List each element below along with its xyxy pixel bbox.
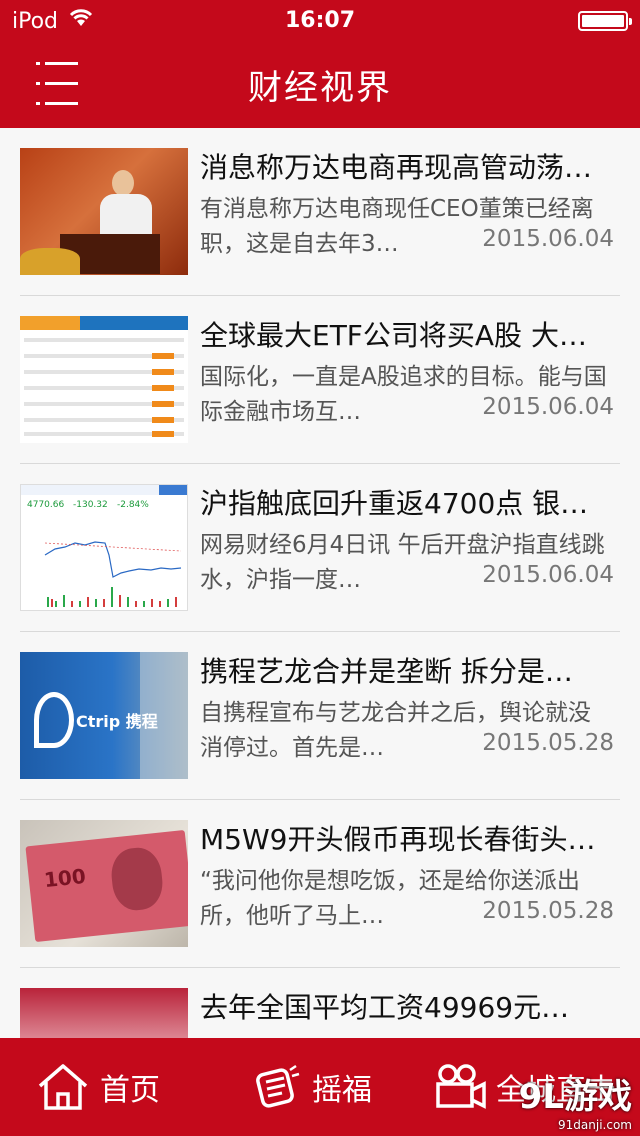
tab-home-label: 首页 — [100, 1073, 160, 1108]
article-thumbnail: Ctrip 携程 — [20, 652, 188, 779]
article-thumbnail — [20, 316, 188, 443]
banknote-number: 100 — [42, 863, 87, 893]
article-thumbnail: 100 — [20, 820, 188, 947]
ctrip-logo-icon — [34, 692, 74, 748]
chart-thumb-change: -130.32 — [73, 500, 108, 510]
video-camera-icon — [434, 1062, 486, 1112]
list-item[interactable]: 全球最大ETF公司将买A股 大… 国际化，一直是A股追求的目标。能与国际金融市场… — [0, 296, 640, 464]
tab-lucky-label: 摇福 — [312, 1073, 372, 1108]
tab-home[interactable]: 首页 — [36, 1038, 160, 1136]
article-title: 携程艺龙合并是垄断 拆分是… — [200, 655, 573, 688]
article-thumbnail: 4770.66 -130.32 -2.84% — [20, 484, 188, 611]
list-item[interactable]: 去年全国平均工资49969元… — [0, 968, 640, 1038]
article-date: 2015.05.28 — [474, 730, 614, 756]
ctrip-brand-text: Ctrip 携程 — [76, 712, 158, 731]
tab-lucky[interactable]: 摇福 — [252, 1038, 372, 1136]
watermark-site: 91danji.com — [558, 1118, 632, 1132]
article-title: 消息称万达电商再现高管动荡… — [200, 151, 593, 184]
article-list[interactable]: 消息称万达电商再现高管动荡… 有消息称万达电商现任CEO董策已经离职，这是自去年… — [0, 128, 640, 1038]
home-icon — [36, 1062, 90, 1112]
article-date: 2015.06.04 — [474, 226, 614, 252]
watermark-brand: 9L游戏 — [518, 1077, 632, 1117]
chart-thumb-pct: -2.84% — [117, 500, 149, 510]
list-item[interactable]: 消息称万达电商再现高管动荡… 有消息称万达电商现任CEO董策已经离职，这是自去年… — [0, 128, 640, 296]
bottom-tab-bar: 首页 摇福 全城直击 9L游戏 91danji.com — [0, 1038, 640, 1136]
article-date: 2015.06.04 — [474, 394, 614, 420]
list-item[interactable]: Ctrip 携程 携程艺龙合并是垄断 拆分是… 自携程宣布与艺龙合并之后，舆论就… — [0, 632, 640, 800]
article-title: M5W9开头假币再现长春街头… — [200, 823, 596, 856]
article-date: 2015.05.28 — [474, 898, 614, 924]
chart-thumb-value: 4770.66 — [27, 500, 64, 510]
shake-hand-icon — [252, 1062, 302, 1112]
list-item[interactable]: 100 M5W9开头假币再现长春街头… “我问他你是想吃饭，还是给你送派出所，他… — [0, 800, 640, 968]
article-title: 沪指触底回升重返4700点 银… — [200, 487, 589, 520]
article-thumbnail — [20, 148, 188, 275]
battery-icon — [578, 11, 632, 31]
site-watermark: 9L游戏 91danji.com — [519, 1069, 632, 1132]
article-title: 全球最大ETF公司将买A股 大… — [200, 319, 587, 352]
article-date: 2015.06.04 — [474, 562, 614, 588]
article-title: 去年全国平均工资49969元… — [200, 991, 570, 1024]
app-header: iPod 16:07 财经视界 — [0, 0, 640, 128]
article-thumbnail — [20, 988, 188, 1038]
status-bar: iPod 16:07 — [0, 0, 640, 40]
list-item[interactable]: 4770.66 -130.32 -2.84% 沪指触底回升重返4700点 银… … — [0, 464, 640, 632]
page-title: 财经视界 — [248, 68, 392, 108]
status-time: 16:07 — [284, 8, 356, 33]
